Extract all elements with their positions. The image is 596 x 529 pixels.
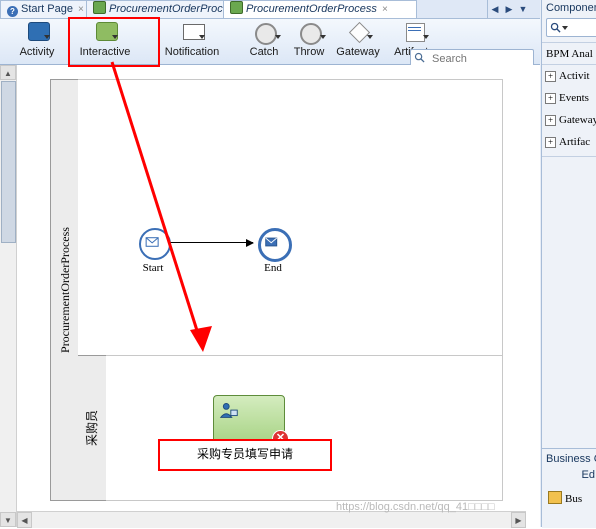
chevron-down-icon[interactable] [44, 35, 50, 39]
watermark: https://blog.csdn.net/qq_41□□□□ [336, 501, 495, 513]
component-group-artifacts[interactable]: + Artifac [545, 136, 590, 148]
message-end-event-icon [265, 237, 278, 247]
chevron-down-icon[interactable] [275, 35, 281, 39]
page-icon [93, 1, 106, 14]
business-object-label: Bus [565, 493, 583, 505]
activity-icon [24, 21, 50, 45]
tab-scroll-right-button[interactable]: ▶ [502, 1, 516, 17]
panel-divider [542, 42, 596, 43]
scroll-up-button[interactable]: ▲ [0, 65, 16, 80]
end-event[interactable] [258, 228, 292, 262]
sequence-flow[interactable] [169, 238, 254, 247]
pool-label: ProcurementOrderProcess [58, 227, 72, 353]
panel-divider [542, 156, 596, 157]
tab-nav-buttons: ◀ ▶ ▼ [487, 0, 540, 18]
business-objects-title: Business C [546, 453, 596, 465]
component-group-events[interactable]: + Events [545, 92, 589, 104]
bpmn-analysis-header: BPM Anal [546, 48, 593, 60]
diagram-canvas-area: ▲ ▼ ProcurementOrderProcess 采购员 Start En… [0, 65, 540, 528]
lane-bottom[interactable] [106, 355, 503, 501]
expander-icon[interactable]: + [545, 115, 556, 126]
component-group-label: Events [559, 92, 589, 104]
tab-scroll-left-button[interactable]: ◀ [488, 1, 502, 17]
search-icon [414, 52, 425, 63]
component-group-activities[interactable]: + Activit [545, 70, 590, 82]
highlight-box-interactive-tool [68, 17, 160, 67]
canvas-vertical-scrollbar[interactable]: ▲ ▼ [0, 65, 17, 527]
pool-header[interactable]: ProcurementOrderProcess [50, 79, 80, 501]
panel-divider [542, 64, 596, 65]
expander-icon[interactable]: + [545, 137, 556, 148]
palette-tool-catch[interactable]: Catch [240, 21, 288, 58]
user-task-node[interactable]: ✕ [213, 395, 289, 447]
expander-icon[interactable]: + [545, 93, 556, 104]
palette-tool-gateway[interactable]: Gateway [330, 21, 386, 58]
chevron-down-icon[interactable] [423, 35, 429, 39]
scroll-left-button[interactable]: ◀ [17, 512, 32, 528]
tab-list-button[interactable]: ▼ [516, 1, 530, 17]
components-search[interactable] [546, 18, 596, 37]
start-event[interactable] [139, 228, 171, 260]
throw-event-icon [296, 21, 326, 45]
catch-event-icon [251, 21, 281, 45]
user-task-icon [219, 403, 238, 418]
vertical-scroll-thumb[interactable] [1, 81, 16, 243]
scroll-right-button[interactable]: ▶ [511, 512, 526, 528]
close-icon[interactable]: × [78, 4, 84, 15]
palette-tool-activity[interactable]: Activity [6, 21, 68, 58]
palette-tool-label: Gateway [336, 46, 380, 58]
tab-label: ProcurementOrderProcess [109, 3, 240, 15]
palette-search-input[interactable] [430, 51, 530, 66]
components-panel-title: Componen [546, 2, 596, 14]
chevron-down-icon[interactable] [562, 26, 568, 30]
task-name-text: 采购专员填写申请 [196, 447, 293, 461]
palette-tool-label: Catch [249, 46, 279, 58]
bpmn-diagram[interactable]: ProcurementOrderProcess 采购员 Start End ✕ … [17, 65, 526, 511]
chevron-down-icon[interactable] [367, 35, 373, 39]
search-icon [550, 22, 561, 33]
palette-tool-throw[interactable]: Throw [285, 21, 333, 58]
message-start-event-icon [145, 237, 159, 247]
palette-tool-label: Activity [19, 46, 55, 58]
tab-procurement-order-process-1[interactable]: ProcurementOrderProcess× [86, 0, 251, 18]
lane-label: 采购员 [85, 410, 99, 447]
help-icon: ? [7, 6, 18, 17]
tab-label: Start Page [21, 3, 73, 15]
folder-icon [548, 491, 562, 504]
chevron-down-icon[interactable] [320, 35, 326, 39]
tab-label: ProcurementOrderProcess [246, 3, 377, 15]
scroll-down-button[interactable]: ▼ [0, 512, 16, 527]
business-objects-panel: Business C Ed Bus [542, 448, 596, 528]
end-event-label: End [264, 262, 282, 274]
chevron-down-icon[interactable] [199, 35, 205, 39]
expander-icon[interactable]: + [545, 71, 556, 82]
lane-bottom-header[interactable]: 采购员 [78, 355, 107, 501]
lane-top[interactable] [78, 79, 503, 357]
tab-start-page[interactable]: ? Start Page × [0, 0, 98, 18]
tab-procurement-order-process-2[interactable]: ProcurementOrderProcess × [223, 0, 417, 18]
notification-icon [179, 21, 205, 45]
component-group-label: Activit [559, 70, 590, 82]
gateway-icon [345, 21, 373, 45]
components-panel: Componen BPM Anal + Activit + Events + Gate… [541, 0, 596, 528]
start-event-label: Start [142, 262, 164, 274]
artifacts-icon [401, 21, 429, 45]
page-icon [230, 1, 243, 14]
canvas-horizontal-scrollbar[interactable]: ◀ ▶ [17, 511, 526, 528]
component-group-gateways[interactable]: + Gateway [545, 114, 596, 126]
application-window: ?Start Page × ProcurementOrderProcess × Pr… [0, 0, 596, 528]
edit-button[interactable]: Ed [582, 469, 595, 481]
palette-tool-notification[interactable]: Notification [152, 21, 232, 58]
palette-tool-label: Throw [293, 46, 325, 58]
palette-tool-label: Notification [164, 46, 220, 58]
business-object-item[interactable]: Bus [548, 491, 582, 505]
task-name-callout: 采购专员填写申请 [158, 439, 332, 471]
component-group-label: Artifac [559, 136, 591, 148]
close-icon[interactable]: × [382, 4, 388, 15]
component-group-label: Gateway [559, 114, 596, 126]
